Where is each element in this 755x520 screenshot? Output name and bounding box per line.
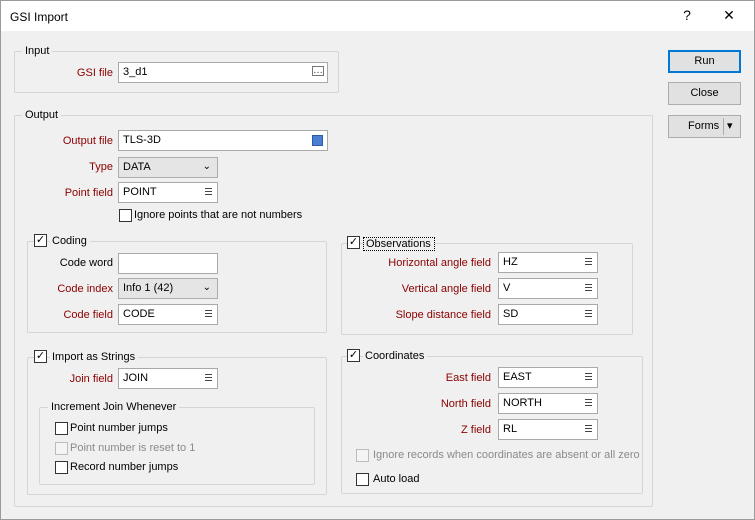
output-file-label: Output file xyxy=(62,135,113,147)
chevron-down-icon: ⌄ xyxy=(202,282,211,293)
coding-checkbox[interactable]: ✓ xyxy=(34,234,47,247)
close-button[interactable]: Close xyxy=(668,82,741,105)
z-field-label: Z field xyxy=(461,424,491,436)
east-field-input[interactable]: EAST xyxy=(498,367,598,388)
point-number-jumps-label: Point number jumps xyxy=(70,422,168,434)
code-field-value: CODE xyxy=(123,308,155,320)
list-icon[interactable] xyxy=(585,399,592,408)
code-index-label: Code index xyxy=(57,283,113,295)
point-number-jumps-checkbox[interactable] xyxy=(55,422,68,435)
slope-distance-value: SD xyxy=(503,308,519,320)
vertical-angle-label: Vertical angle field xyxy=(401,283,491,295)
gsi-file-field[interactable]: 3_d1 … xyxy=(118,62,328,83)
file-picker-icon[interactable] xyxy=(312,135,323,146)
coordinates-checkbox[interactable]: ✓ xyxy=(347,349,360,362)
run-button[interactable]: Run xyxy=(668,50,741,73)
record-number-jumps-checkbox[interactable] xyxy=(55,461,68,474)
forms-label: Forms xyxy=(688,120,720,132)
east-field-label: East field xyxy=(445,372,491,384)
point-field-label: Point field xyxy=(64,187,113,199)
forms-button[interactable]: Forms ▾ xyxy=(668,115,741,138)
vertical-angle-field[interactable]: V xyxy=(498,278,598,299)
input-group-label: Input xyxy=(22,45,53,57)
list-icon[interactable] xyxy=(585,310,592,319)
type-value: DATA xyxy=(123,161,151,173)
type-label: Type xyxy=(89,161,113,173)
point-number-reset-checkbox xyxy=(55,442,68,455)
code-field-input[interactable]: CODE xyxy=(118,304,218,325)
window-title: GSI Import xyxy=(10,10,69,24)
import-strings-checkbox[interactable]: ✓ xyxy=(34,350,47,363)
forms-dropdown-icon[interactable]: ▾ xyxy=(727,116,733,137)
join-field-label: Join field xyxy=(69,373,113,385)
join-field-value: JOIN xyxy=(123,372,149,384)
horizontal-angle-label: Horizontal angle field xyxy=(388,257,491,269)
coding-label: Coding xyxy=(50,235,90,247)
ignore-points-label: Ignore points that are not numbers xyxy=(134,209,303,221)
dialog-window: GSI Import ? ✕ Input GSI file 3_d1 … Out… xyxy=(0,0,755,520)
chevron-down-icon: ⌄ xyxy=(202,161,211,172)
ignore-points-checkbox[interactable] xyxy=(119,209,132,222)
list-icon[interactable] xyxy=(585,258,592,267)
code-index-select[interactable]: Info 1 (42) ⌄ xyxy=(118,278,218,299)
ignore-records-checkbox xyxy=(356,449,369,462)
point-field-input[interactable]: POINT xyxy=(118,182,218,203)
list-icon[interactable] xyxy=(585,373,592,382)
horizontal-angle-value: HZ xyxy=(503,256,518,268)
record-number-jumps-label: Record number jumps xyxy=(70,461,179,473)
title-bar: GSI Import ? ✕ xyxy=(1,1,754,31)
auto-load-checkbox[interactable] xyxy=(356,473,369,486)
east-field-value: EAST xyxy=(503,371,532,383)
output-file-field[interactable]: TLS-3D xyxy=(118,130,328,151)
auto-load-label: Auto load xyxy=(373,473,420,485)
horizontal-angle-field[interactable]: HZ xyxy=(498,252,598,273)
north-field-input[interactable]: NORTH xyxy=(498,393,598,414)
output-file-value: TLS-3D xyxy=(123,134,161,146)
output-group-label: Output xyxy=(22,109,62,121)
increment-join-label: Increment Join Whenever xyxy=(48,401,180,413)
coordinates-label: Coordinates xyxy=(363,350,428,362)
z-field-input[interactable]: RL xyxy=(498,419,598,440)
code-index-value: Info 1 (42) xyxy=(123,282,174,294)
import-strings-label: Import as Strings xyxy=(50,351,139,363)
slope-distance-field[interactable]: SD xyxy=(498,304,598,325)
observations-checkbox[interactable]: ✓ xyxy=(347,236,360,249)
join-field-input[interactable]: JOIN xyxy=(118,368,218,389)
ignore-records-label: Ignore records when coordinates are abse… xyxy=(373,449,640,461)
vertical-angle-value: V xyxy=(503,282,511,294)
list-icon[interactable] xyxy=(205,310,212,319)
list-icon[interactable] xyxy=(205,374,212,383)
north-field-value: NORTH xyxy=(503,397,542,409)
code-word-label: Code word xyxy=(59,257,113,269)
z-field-value: RL xyxy=(503,423,518,435)
type-select[interactable]: DATA ⌄ xyxy=(118,157,218,178)
code-word-field[interactable] xyxy=(118,253,218,274)
slope-distance-label: Slope distance field xyxy=(395,309,491,321)
help-icon[interactable]: ? xyxy=(677,7,697,23)
gsi-file-value: 3_d1 xyxy=(123,66,148,78)
point-number-reset-label: Point number is reset to 1 xyxy=(70,442,196,454)
code-field-label: Code field xyxy=(63,309,113,321)
close-icon[interactable]: ✕ xyxy=(719,7,739,24)
list-icon[interactable] xyxy=(585,284,592,293)
observations-label: Observations xyxy=(363,237,435,251)
browse-icon[interactable]: … xyxy=(312,66,324,76)
forms-divider xyxy=(723,118,724,135)
point-field-value: POINT xyxy=(123,186,157,198)
gsi-file-label: GSI file xyxy=(76,67,113,79)
list-icon[interactable] xyxy=(205,188,212,197)
list-icon[interactable] xyxy=(585,425,592,434)
north-field-label: North field xyxy=(440,398,491,410)
